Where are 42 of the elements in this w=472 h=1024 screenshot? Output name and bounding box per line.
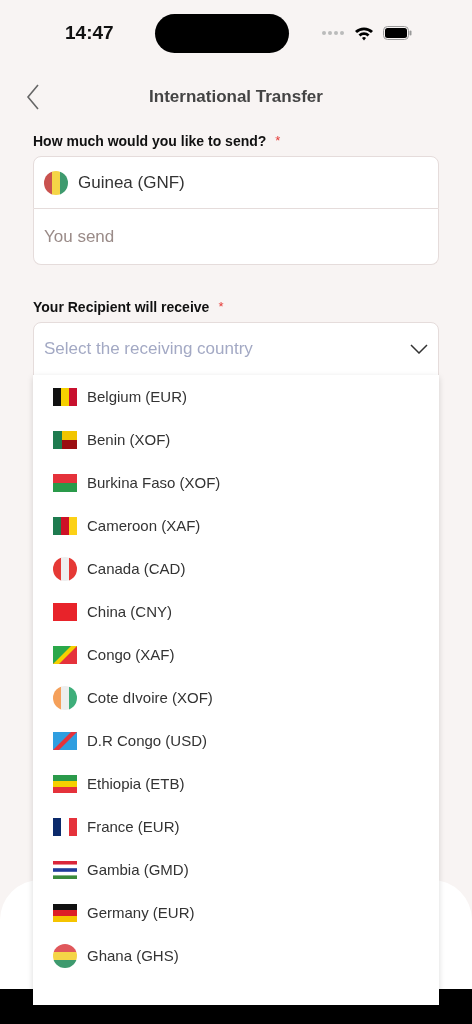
country-option[interactable]: Burkina Faso (XOF) <box>33 461 439 504</box>
required-mark: * <box>218 299 224 314</box>
chevron-left-icon <box>26 84 40 110</box>
amount-field[interactable]: You send <box>33 209 439 265</box>
flag-icon <box>53 817 77 836</box>
country-option[interactable]: Ethiopia (ETB) <box>33 762 439 805</box>
flag-icon <box>53 602 77 621</box>
flag-icon <box>53 685 77 710</box>
flag-icon <box>53 903 77 922</box>
country-option[interactable]: Germany (EUR) <box>33 891 439 934</box>
screen-title: International Transfer <box>149 87 323 107</box>
flag-icon <box>53 556 77 581</box>
country-option[interactable]: Belgium (EUR) <box>33 375 439 418</box>
status-time: 14:47 <box>65 22 114 44</box>
country-option[interactable]: Gambia (GMD) <box>33 848 439 891</box>
currency-selector[interactable]: Guinea (GNF) <box>33 156 439 209</box>
flag-icon <box>53 943 77 968</box>
flag-icon <box>53 473 77 492</box>
country-option[interactable]: China (CNY) <box>33 590 439 633</box>
chevron-down-icon <box>410 344 428 354</box>
flag-icon <box>53 860 77 879</box>
flag-icon <box>53 387 77 406</box>
battery-icon <box>383 26 412 40</box>
country-option[interactable]: France (EUR) <box>33 805 439 848</box>
flag-icon <box>53 774 77 793</box>
country-option[interactable]: Ghana (GHS) <box>33 934 439 977</box>
flag-icon <box>44 170 68 195</box>
field-label: Your Recipient will receive <box>33 299 210 315</box>
flag-icon <box>53 645 77 664</box>
country-option[interactable]: Canada (CAD) <box>33 547 439 590</box>
field-label: How much would you like to send? <box>33 133 267 149</box>
flag-icon <box>53 516 77 535</box>
country-option[interactable]: Benin (XOF) <box>33 418 439 461</box>
country-option[interactable]: Congo (XAF) <box>33 633 439 676</box>
signal-icon <box>321 30 345 36</box>
flag-icon <box>53 430 77 449</box>
country-option[interactable]: Cote dIvoire (XOF) <box>33 676 439 719</box>
required-mark: * <box>275 133 281 148</box>
country-option[interactable]: D.R Congo (USD) <box>33 719 439 762</box>
wifi-icon <box>354 25 374 41</box>
country-option[interactable]: Cameroon (XAF) <box>33 504 439 547</box>
flag-icon <box>53 731 77 750</box>
